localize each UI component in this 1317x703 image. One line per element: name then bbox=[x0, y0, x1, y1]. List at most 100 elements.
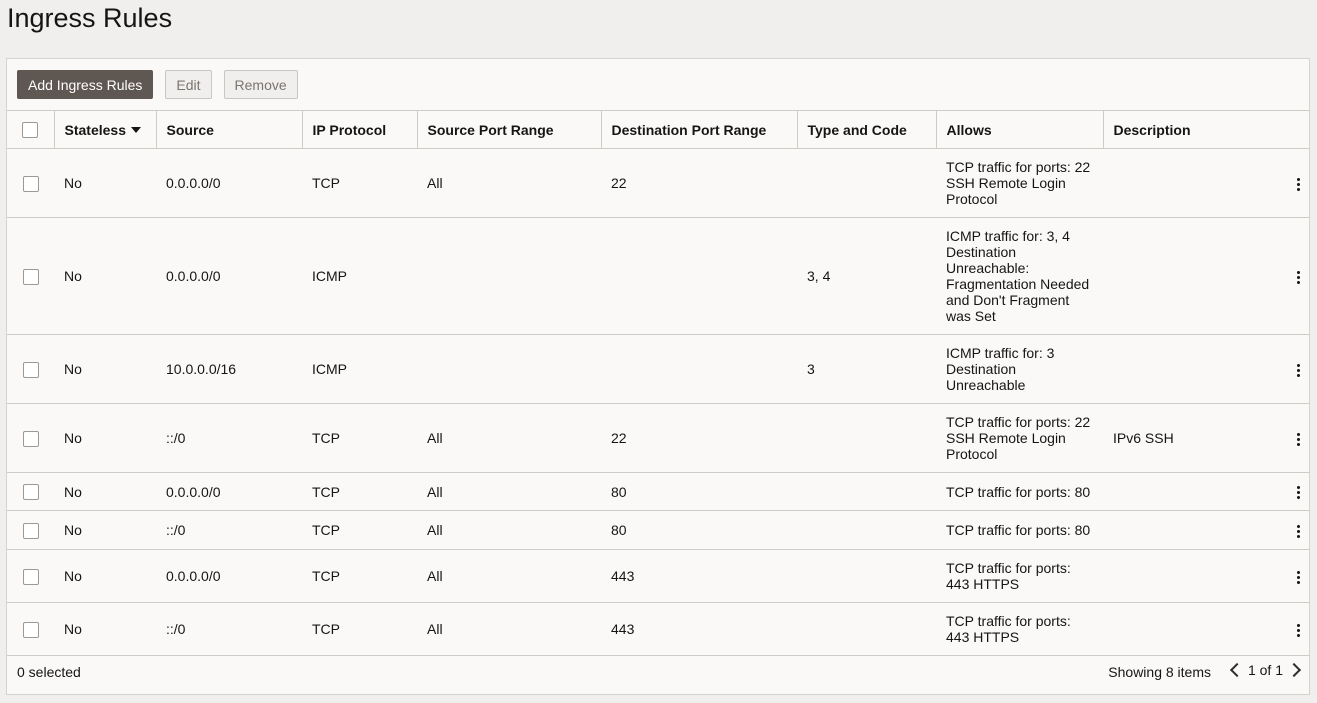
row-checkbox[interactable] bbox=[22, 522, 39, 539]
table-header-row: Stateless Source IP Protocol Source Port… bbox=[7, 110, 1310, 149]
row-actions-cell bbox=[1269, 217, 1310, 335]
row-select-cell bbox=[7, 334, 54, 404]
edit-button[interactable]: Edit bbox=[165, 70, 212, 99]
cell-ip-protocol: TCP bbox=[302, 403, 417, 473]
row-checkbox[interactable] bbox=[22, 175, 39, 192]
column-header-type-and-code[interactable]: Type and Code bbox=[797, 110, 937, 149]
kebab-menu-icon[interactable] bbox=[1293, 524, 1303, 538]
cell-ip-protocol: ICMP bbox=[302, 217, 417, 335]
column-header-ip-protocol[interactable]: IP Protocol bbox=[302, 110, 418, 149]
row-checkbox[interactable] bbox=[22, 361, 39, 378]
cell-type-and-code bbox=[797, 549, 936, 603]
table-row: No 0.0.0.0/0 TCP All 80 TCP traffic for … bbox=[7, 472, 1310, 511]
cell-stateless: No bbox=[54, 148, 156, 218]
chevron-left-icon[interactable] bbox=[1229, 662, 1245, 678]
column-header-source-port-range[interactable]: Source Port Range bbox=[417, 110, 602, 149]
kebab-menu-icon[interactable] bbox=[1293, 270, 1303, 284]
cell-stateless: No bbox=[54, 403, 156, 473]
cell-type-and-code: 3 bbox=[797, 334, 936, 404]
row-select-cell bbox=[7, 472, 54, 511]
cell-allows: ICMP traffic for: 3 Destination Unreacha… bbox=[936, 334, 1103, 404]
table-row: No ::/0 TCP All 22 TCP traffic for ports… bbox=[7, 403, 1310, 473]
kebab-menu-icon[interactable] bbox=[1293, 177, 1303, 191]
cell-description bbox=[1103, 334, 1269, 404]
kebab-menu-icon[interactable] bbox=[1293, 486, 1303, 500]
cell-ip-protocol: TCP bbox=[302, 549, 417, 603]
cell-allows: ICMP traffic for: 3, 4 Destination Unrea… bbox=[936, 217, 1103, 335]
cell-type-and-code bbox=[797, 602, 936, 656]
cell-allows: TCP traffic for ports: 22 SSH Remote Log… bbox=[936, 403, 1103, 473]
row-select-cell bbox=[7, 217, 54, 335]
ingress-rules-table: Stateless Source IP Protocol Source Port… bbox=[7, 110, 1310, 656]
cell-destination-port-range: 22 bbox=[601, 148, 797, 218]
row-actions-cell bbox=[1269, 549, 1310, 603]
cell-source-port-range: All bbox=[417, 510, 601, 550]
page-info: 1 of 1 bbox=[1247, 662, 1283, 678]
remove-button[interactable]: Remove bbox=[223, 70, 298, 99]
row-actions-cell bbox=[1269, 602, 1310, 656]
cell-allows: TCP traffic for ports: 443 HTTPS bbox=[936, 602, 1103, 656]
column-header-destination-port-range[interactable]: Destination Port Range bbox=[601, 110, 798, 149]
cell-source: 10.0.0.0/16 bbox=[156, 334, 302, 404]
table-row: No 0.0.0.0/0 TCP All 443 TCP traffic for… bbox=[7, 549, 1310, 603]
cell-description bbox=[1103, 148, 1269, 218]
select-all-cell bbox=[7, 110, 55, 149]
cell-stateless: No bbox=[54, 217, 156, 335]
row-checkbox[interactable] bbox=[22, 568, 39, 585]
cell-source: 0.0.0.0/0 bbox=[156, 217, 302, 335]
cell-description bbox=[1103, 510, 1269, 550]
cell-destination-port-range bbox=[601, 217, 797, 335]
table-row: No 10.0.0.0/16 ICMP 3 ICMP traffic for: … bbox=[7, 334, 1310, 404]
cell-stateless: No bbox=[54, 602, 156, 656]
row-checkbox[interactable] bbox=[22, 484, 39, 501]
cell-stateless: No bbox=[54, 549, 156, 603]
kebab-menu-icon[interactable] bbox=[1293, 570, 1303, 584]
cell-destination-port-range: 80 bbox=[601, 472, 797, 511]
cell-type-and-code bbox=[797, 472, 936, 511]
column-header-description[interactable]: Description bbox=[1103, 110, 1310, 149]
pagination: 1 of 1 bbox=[1228, 662, 1303, 678]
column-header-source[interactable]: Source bbox=[156, 110, 303, 149]
row-actions-cell bbox=[1269, 148, 1310, 218]
cell-description bbox=[1103, 602, 1269, 656]
cell-description: IPv6 SSH bbox=[1103, 403, 1269, 473]
cell-destination-port-range bbox=[601, 334, 797, 404]
row-checkbox[interactable] bbox=[22, 268, 39, 285]
row-select-cell bbox=[7, 549, 54, 603]
cell-ip-protocol: TCP bbox=[302, 472, 417, 511]
cell-source-port-range bbox=[417, 334, 601, 404]
cell-allows: TCP traffic for ports: 80 bbox=[936, 472, 1103, 511]
row-select-cell bbox=[7, 148, 54, 218]
row-actions-cell bbox=[1269, 403, 1310, 473]
cell-source-port-range: All bbox=[417, 549, 601, 603]
column-header-stateless[interactable]: Stateless bbox=[54, 110, 157, 149]
item-count: Showing 8 items bbox=[1108, 664, 1211, 680]
cell-type-and-code: 3, 4 bbox=[797, 217, 936, 335]
toolbar: Add Ingress Rules Edit Remove bbox=[17, 70, 298, 99]
page-title: Ingress Rules bbox=[7, 3, 173, 33]
kebab-menu-icon[interactable] bbox=[1293, 363, 1303, 377]
kebab-menu-icon[interactable] bbox=[1293, 623, 1303, 637]
column-header-allows[interactable]: Allows bbox=[936, 110, 1104, 149]
table-row: No ::/0 TCP All 80 TCP traffic for ports… bbox=[7, 510, 1310, 550]
kebab-menu-icon[interactable] bbox=[1293, 432, 1303, 446]
cell-source-port-range: All bbox=[417, 403, 601, 473]
cell-allows: TCP traffic for ports: 443 HTTPS bbox=[936, 549, 1103, 603]
cell-destination-port-range: 80 bbox=[601, 510, 797, 550]
sort-descending-icon[interactable] bbox=[130, 126, 141, 133]
row-select-cell bbox=[7, 403, 54, 473]
cell-type-and-code bbox=[797, 510, 936, 550]
chevron-right-icon[interactable] bbox=[1286, 662, 1302, 678]
cell-ip-protocol: TCP bbox=[302, 148, 417, 218]
row-actions-cell bbox=[1269, 510, 1310, 550]
select-all-checkbox[interactable] bbox=[22, 122, 39, 139]
cell-source: 0.0.0.0/0 bbox=[156, 472, 302, 511]
cell-ip-protocol: TCP bbox=[302, 602, 417, 656]
cell-description bbox=[1103, 472, 1269, 511]
add-ingress-rules-button[interactable]: Add Ingress Rules bbox=[17, 70, 154, 99]
row-select-cell bbox=[7, 510, 54, 550]
cell-source-port-range bbox=[417, 217, 601, 335]
row-checkbox[interactable] bbox=[22, 621, 39, 638]
cell-description bbox=[1103, 549, 1269, 603]
row-checkbox[interactable] bbox=[22, 430, 39, 447]
